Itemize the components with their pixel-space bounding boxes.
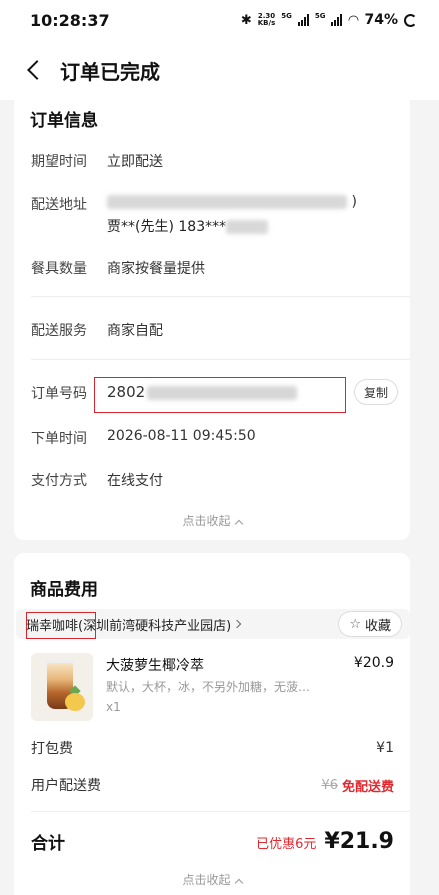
divider	[31, 296, 410, 297]
delivery-fee-label: 用户配送费	[31, 778, 101, 794]
status-time: 10:28:37	[30, 10, 110, 30]
payment-label: 支付方式	[31, 473, 87, 489]
wifi-icon: ◠	[348, 12, 359, 28]
divider	[31, 359, 410, 360]
expected-time-value: 立即配送	[107, 154, 163, 170]
delivery-fee-original: ¥6	[321, 777, 338, 793]
signal-2-icon	[331, 14, 343, 26]
favorite-label: 收藏	[364, 618, 391, 634]
expected-time-label: 期望时间	[31, 154, 87, 170]
page-title: 订单已完成	[60, 59, 160, 84]
chevron-up-icon	[234, 878, 243, 888]
status-bar: 10:28:37 ✱ 2.30 KB/s 5G 5G ◠ 74%	[0, 0, 439, 40]
copy-button[interactable]: 复制	[354, 379, 398, 405]
total-amount: ¥21.9	[324, 829, 394, 854]
delivery-service-value: 商家自配	[107, 323, 163, 339]
title-bar: 订单已完成	[0, 40, 439, 100]
order-collapse-label: 点击收起	[182, 514, 231, 528]
order-time-label: 下单时间	[31, 431, 87, 447]
delivery-service-row: 配送服务 商家自配	[31, 320, 394, 340]
divider	[31, 811, 410, 812]
product-qty: x1	[106, 700, 121, 714]
order-time-row: 下单时间 2026-08-11 09:45:50	[31, 428, 394, 448]
goods-title: 商品费用	[30, 580, 98, 600]
address-row: 配送地址 ) 贾**(先生) 183***	[31, 194, 394, 236]
signal-1-icon	[297, 14, 309, 26]
payment-value: 在线支付	[107, 473, 163, 489]
goods-collapse-label: 点击收起	[182, 873, 231, 887]
address-redacted	[107, 195, 347, 209]
delivery-fee-value: ¥6 免配送费	[321, 776, 394, 795]
favorite-button[interactable]: ☆ 收藏	[338, 611, 402, 637]
signal-2-label: 5G	[314, 12, 326, 20]
payment-row: 支付方式 在线支付	[31, 470, 394, 490]
packing-fee-label: 打包费	[31, 741, 73, 757]
product-price: ¥20.9	[353, 655, 394, 671]
battery-level: 74%	[364, 12, 398, 28]
order-info-title: 订单信息	[30, 111, 98, 131]
delivery-fee-row: 用户配送费 ¥6 免配送费	[31, 775, 394, 795]
net-speed-unit: KB/s	[257, 19, 276, 27]
packing-fee-row: 打包费 ¥1	[31, 738, 394, 758]
net-speed: 2.30 KB/s	[258, 13, 275, 27]
expected-time-row: 期望时间 立即配送	[31, 151, 394, 171]
address-label: 配送地址	[31, 197, 87, 213]
address-phone: 183***	[178, 219, 227, 235]
product-image[interactable]	[31, 653, 93, 721]
tableware-row: 餐具数量 商家按餐量提供	[31, 258, 394, 278]
store-branch: (深圳前湾硬科技产业园店)	[78, 618, 232, 634]
phone-redacted	[226, 220, 269, 234]
order-info-card: 订单信息 期望时间 立即配送 配送地址 ) 贾**(先生) 183*** 餐具数…	[14, 96, 410, 540]
order-collapse-toggle[interactable]: 点击收起	[14, 512, 410, 529]
star-icon: ☆	[349, 616, 361, 632]
tableware-value: 商家按餐量提供	[107, 261, 205, 277]
product-name: 大菠萝生椰冷萃	[106, 658, 204, 674]
packing-fee-value: ¥1	[376, 740, 394, 756]
total-row: 合计 已优惠6元 ¥21.9	[31, 829, 394, 854]
store-brand-highlight	[26, 612, 96, 639]
pineapple	[65, 693, 85, 711]
signal-1-label: 5G	[281, 12, 292, 20]
total-value-group: 已优惠6元 ¥21.9	[256, 829, 394, 854]
address-name: 贾**(先生)	[107, 219, 174, 235]
order-number-highlight	[94, 377, 346, 413]
address-value: ) 贾**(先生) 183***	[107, 194, 357, 235]
status-icons: ✱ 2.30 KB/s 5G 5G ◠ 74%	[241, 12, 417, 28]
goods-card: 商品费用 瑞幸咖啡 (深圳前湾硬科技产业园店) ☆ 收藏 大菠萝生椰冷萃 默认，大…	[14, 553, 410, 895]
tableware-label: 餐具数量	[31, 261, 87, 277]
battery-icon	[404, 13, 417, 27]
goods-collapse-toggle[interactable]: 点击收起	[14, 871, 410, 888]
order-time-value: 2026-08-11 09:45:50	[107, 428, 256, 444]
total-label: 合计	[31, 834, 65, 854]
chevron-right-icon	[232, 619, 242, 629]
back-arrow-icon[interactable]	[27, 60, 47, 80]
discount-label: 已优惠6元	[256, 837, 317, 852]
delivery-fee-free: 免配送费	[341, 779, 394, 795]
chevron-up-icon	[234, 519, 243, 529]
bluetooth-icon: ✱	[240, 12, 252, 28]
product-spec: 默认，大杯，冰，不另外加糖，无菠…	[106, 680, 311, 694]
delivery-service-label: 配送服务	[31, 323, 87, 339]
